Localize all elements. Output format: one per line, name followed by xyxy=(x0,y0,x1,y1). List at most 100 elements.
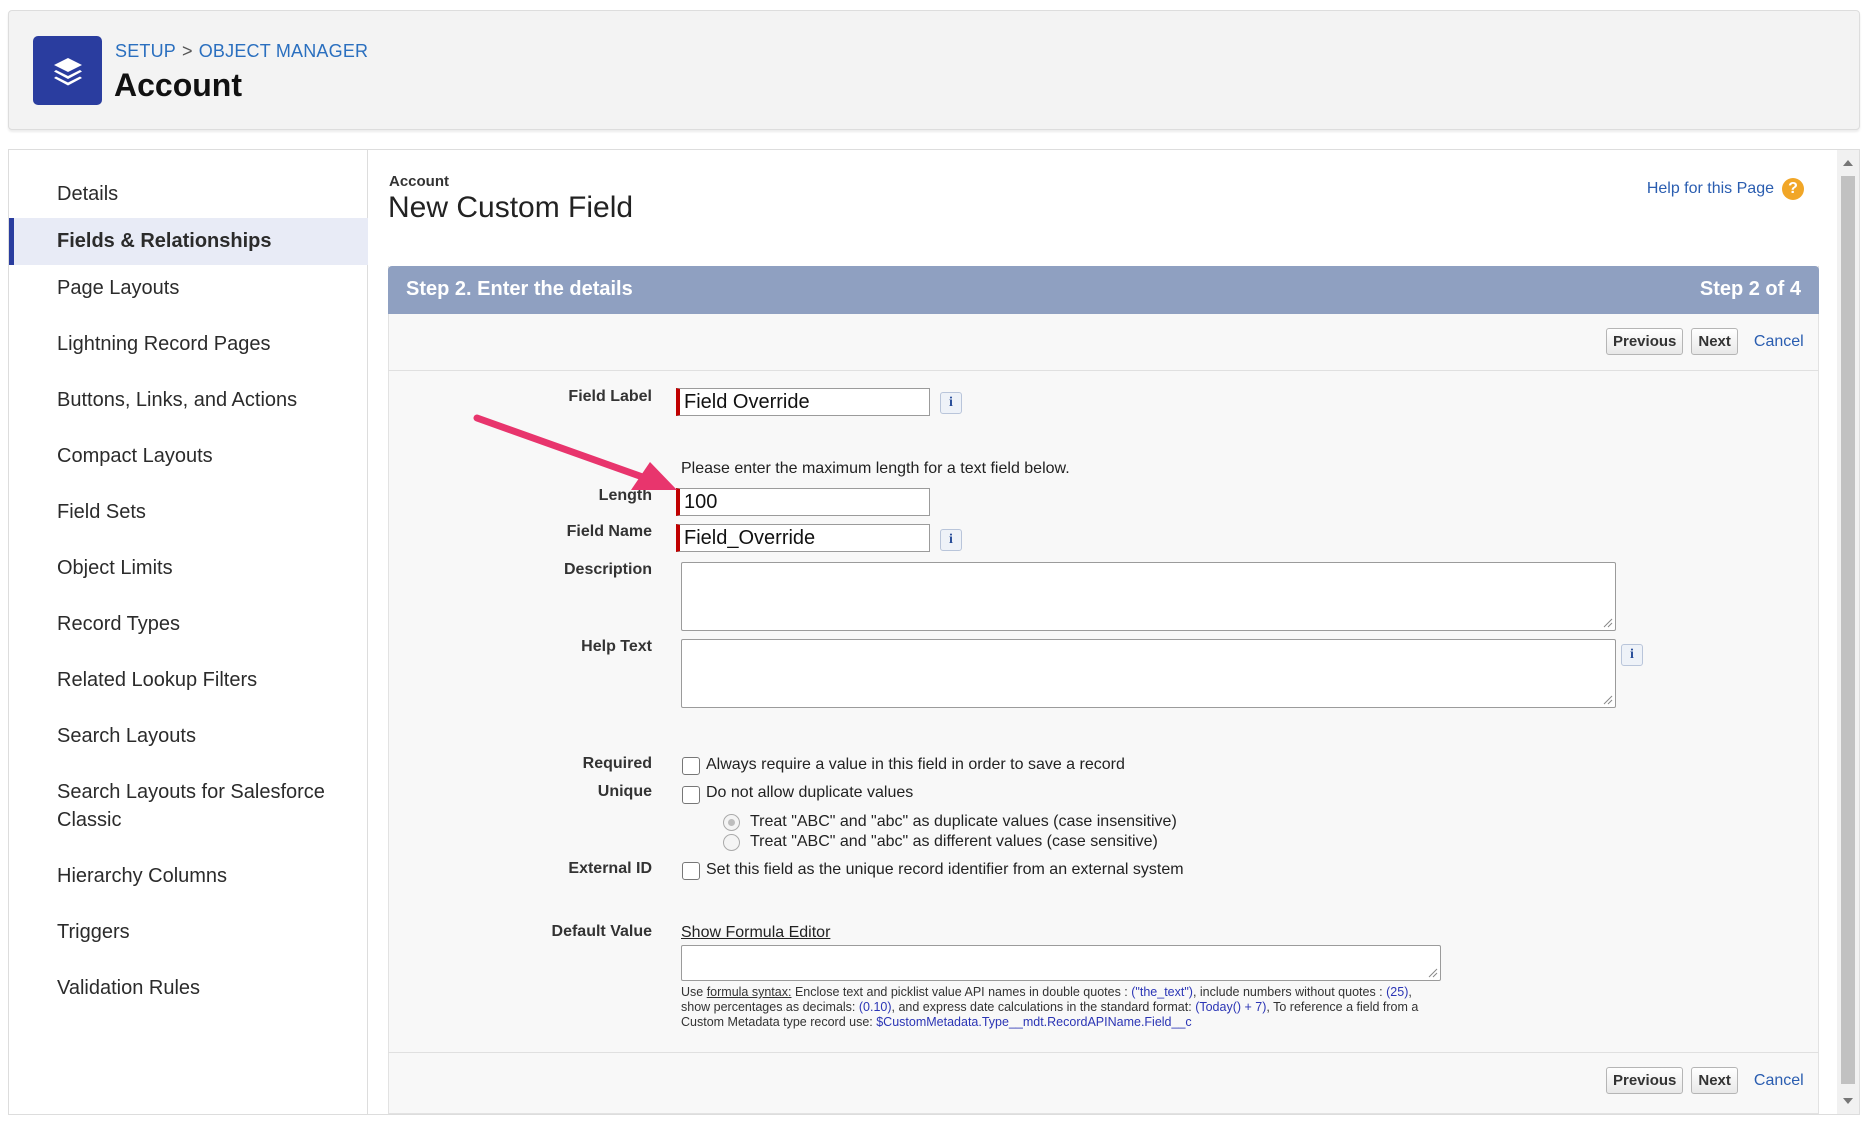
sidebar-item-compact-layouts[interactable]: Compact Layouts xyxy=(9,442,368,470)
length-note: Please enter the maximum length for a te… xyxy=(681,460,1070,477)
cancel-link[interactable]: Cancel xyxy=(1754,1072,1804,1090)
breadcrumb-object-manager-link[interactable]: OBJECT MANAGER xyxy=(199,41,369,61)
sidebar-item-label: Compact Layouts xyxy=(57,445,213,467)
info-icon[interactable]: i xyxy=(940,392,962,414)
sidebar-item-object-limits[interactable]: Object Limits xyxy=(9,554,368,582)
sidebar-item-label: Details xyxy=(57,183,119,205)
sidebar-item-label: Triggers xyxy=(57,921,130,943)
sidebar-item-fields-relationships[interactable]: Fields & Relationships xyxy=(9,218,368,265)
help-question-icon: ? xyxy=(1782,178,1804,200)
description-label: Description xyxy=(563,561,652,578)
sidebar-item-label: Lightning Record Pages xyxy=(57,333,271,355)
step-title: Step 2. Enter the details xyxy=(406,278,633,300)
formula-hint: Use formula syntax: Enclose text and pic… xyxy=(681,985,1441,1030)
sidebar-item-label: Validation Rules xyxy=(57,977,201,999)
hint-text: , include numbers without quotes : xyxy=(1192,985,1387,999)
hint-example: $CustomMetadata.Type__mdt.RecordAPIName.… xyxy=(876,1015,1192,1029)
scroll-up-icon[interactable] xyxy=(1842,158,1854,168)
sidebar-item-hierarchy-columns[interactable]: Hierarchy Columns xyxy=(9,862,368,890)
case-insensitive-text: Treat "ABC" and "abc" as duplicate value… xyxy=(750,813,1177,830)
breadcrumb-setup-link[interactable]: SETUP xyxy=(115,41,176,61)
sidebar-item-field-sets[interactable]: Field Sets xyxy=(9,498,368,526)
sidebar-item-related-lookup-filters[interactable]: Related Lookup Filters xyxy=(9,666,368,694)
field-label-label: Field Label xyxy=(568,388,652,405)
help-text-label: Help Text xyxy=(581,638,652,655)
length-input[interactable] xyxy=(676,488,930,516)
sidebar-item-lightning-record-pages[interactable]: Lightning Record Pages xyxy=(9,330,368,358)
sidebar-item-label: Field Sets xyxy=(57,501,146,523)
external-id-label: External ID xyxy=(568,860,652,877)
unique-checkbox[interactable] xyxy=(682,786,700,804)
sidebar-item-label: Buttons, Links, and Actions xyxy=(57,389,298,411)
previous-button[interactable]: Previous xyxy=(1606,1067,1684,1094)
case-sensitive-text: Treat "ABC" and "abc" as different value… xyxy=(750,833,1158,850)
sidebar-item-label: Related Lookup Filters xyxy=(57,669,258,691)
help-text-textarea[interactable] xyxy=(681,639,1616,708)
main-title: New Custom Field xyxy=(388,191,634,224)
help-for-page-link[interactable]: Help for this Page ? xyxy=(1647,178,1804,200)
required-text: Always require a value in this field in … xyxy=(706,756,1125,773)
layers-icon xyxy=(33,36,102,105)
sidebar-item-record-types[interactable]: Record Types xyxy=(9,610,368,638)
field-name-input[interactable] xyxy=(676,524,930,552)
breadcrumb: SETUP > OBJECT MANAGER xyxy=(115,41,368,62)
formula-syntax-link[interactable]: formula syntax: xyxy=(707,985,792,999)
scroll-down-icon[interactable] xyxy=(1842,1096,1854,1106)
sidebar-item-buttons-links-actions[interactable]: Buttons, Links, and Actions xyxy=(9,386,368,414)
sidebar-item-details[interactable]: Details xyxy=(9,180,368,208)
show-formula-editor-link[interactable]: Show Formula Editor xyxy=(681,924,830,942)
step-counter: Step 2 of 4 xyxy=(1699,278,1801,300)
divider xyxy=(388,370,1819,371)
external-id-text: Set this field as the unique record iden… xyxy=(706,861,1184,878)
sidebar-item-label: Fields & Relationships xyxy=(57,230,272,252)
unique-text: Do not allow duplicate values xyxy=(706,784,914,801)
resize-handle-icon[interactable] xyxy=(1603,618,1613,628)
help-link-label: Help for this Page xyxy=(1646,180,1774,197)
sidebar-item-label: Record Types xyxy=(57,613,181,635)
hint-example: (0.10) xyxy=(858,1000,892,1014)
object-manager-header: SETUP > OBJECT MANAGER Account xyxy=(8,10,1860,130)
resize-handle-icon[interactable] xyxy=(1428,968,1438,978)
field-label-input[interactable] xyxy=(676,388,930,416)
default-value-label: Default Value xyxy=(551,923,652,940)
sidebar-item-search-layouts[interactable]: Search Layouts xyxy=(9,722,368,750)
sidebar-item-label: Object Limits xyxy=(57,557,173,579)
hint-text: Enclose text and picklist value API name… xyxy=(791,985,1132,999)
sidebar-item-label: Search Layouts for Salesforce Classic xyxy=(57,781,325,831)
page-title: Account xyxy=(114,67,242,103)
required-checkbox[interactable] xyxy=(682,757,700,775)
case-sensitive-radio[interactable] xyxy=(723,834,740,851)
length-label: Length xyxy=(598,487,652,504)
object-label: Account xyxy=(389,173,449,190)
external-id-checkbox[interactable] xyxy=(682,862,700,880)
main-content: Account New Custom Field Help for this P… xyxy=(369,150,1834,1114)
case-insensitive-radio[interactable] xyxy=(723,814,740,831)
divider xyxy=(388,1052,1819,1053)
sidebar-item-page-layouts[interactable]: Page Layouts xyxy=(9,274,368,302)
sidebar-item-validation-rules[interactable]: Validation Rules xyxy=(9,974,368,1002)
top-button-row: Previous Next Cancel xyxy=(1606,328,1804,355)
step-header: Step 2. Enter the details Step 2 of 4 xyxy=(388,266,1819,314)
required-label: Required xyxy=(582,755,652,772)
sidebar-item-triggers[interactable]: Triggers xyxy=(9,918,368,946)
next-button[interactable]: Next xyxy=(1691,1067,1738,1094)
sidebar-item-label: Hierarchy Columns xyxy=(57,865,228,887)
info-icon[interactable]: i xyxy=(940,529,962,551)
hint-example: (25) xyxy=(1386,985,1409,999)
description-textarea[interactable] xyxy=(681,562,1616,631)
resize-handle-icon[interactable] xyxy=(1603,695,1613,705)
scroll-thumb[interactable] xyxy=(1841,176,1855,1084)
sidebar-item-label: Page Layouts xyxy=(57,277,180,299)
cancel-link[interactable]: Cancel xyxy=(1754,333,1804,351)
hint-text: Use xyxy=(681,985,707,999)
vertical-scrollbar[interactable] xyxy=(1837,150,1859,1114)
info-icon[interactable]: i xyxy=(1621,644,1643,666)
breadcrumb-separator: > xyxy=(182,41,193,61)
field-name-label: Field Name xyxy=(566,523,652,540)
hint-example: (Today() + 7) xyxy=(1195,1000,1267,1014)
sidebar-item-search-layouts-classic[interactable]: Search Layouts for Salesforce Classic xyxy=(9,778,339,834)
bottom-button-row: Previous Next Cancel xyxy=(1606,1067,1804,1094)
next-button[interactable]: Next xyxy=(1691,328,1738,355)
previous-button[interactable]: Previous xyxy=(1606,328,1684,355)
default-value-textarea[interactable] xyxy=(681,945,1441,981)
